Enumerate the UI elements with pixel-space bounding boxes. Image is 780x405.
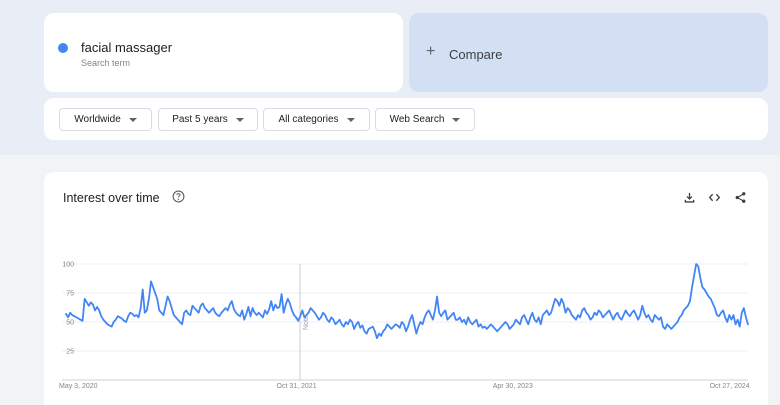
filter-location[interactable]: Worldwide — [59, 108, 152, 131]
y-tick-label: 75 — [66, 291, 74, 298]
interest-chart: 255075100 Note May 3, 2020 Oct 31, 2021 Ap… — [59, 262, 750, 391]
compare-button[interactable]: + Compare — [409, 13, 768, 92]
x-tick-labels: May 3, 2020 Oct 31, 2021 Apr 30, 2023 Oct 2… — [59, 383, 750, 390]
filter-time-range-label: Past 5 years — [172, 114, 228, 125]
y-tick-label: 25 — [66, 349, 74, 356]
filter-search-type[interactable]: Web Search — [375, 108, 475, 131]
search-term-name[interactable]: facial massager — [81, 40, 172, 55]
x-tick-label: Oct 27, 2024 — [710, 383, 750, 390]
search-term-card[interactable]: facial massager Search term — [44, 13, 403, 92]
compare-label: Compare — [449, 47, 503, 62]
y-tick-labels: 25 50 75 100 — [62, 262, 74, 356]
caret-down-icon — [346, 117, 355, 122]
interest-over-time-panel: Interest over time 25 50 75 100 Note May 3,… — [44, 172, 768, 405]
x-tick-label: Oct 31, 2021 — [277, 383, 317, 390]
y-tick-label: 50 — [66, 320, 74, 327]
search-term-subtitle: Search term — [81, 58, 131, 68]
filter-location-label: Worldwide — [74, 114, 121, 125]
filter-category[interactable]: All categories — [263, 108, 370, 131]
term-color-dot — [58, 43, 68, 53]
y-tick-label: 100 — [62, 262, 74, 269]
caret-down-icon — [128, 117, 137, 122]
filter-bar: Worldwide Past 5 years All categories We… — [44, 98, 768, 140]
caret-down-icon — [452, 117, 461, 122]
filter-category-label: All categories — [278, 114, 339, 125]
filter-search-type-label: Web Search — [389, 114, 445, 125]
x-tick-label: May 3, 2020 — [59, 383, 98, 390]
filter-time-range[interactable]: Past 5 years — [158, 108, 258, 131]
plus-icon: + — [426, 43, 436, 60]
caret-down-icon — [235, 117, 244, 122]
series-line-facial-massager[interactable] — [65, 263, 749, 340]
x-tick-label: Apr 30, 2023 — [493, 383, 533, 390]
